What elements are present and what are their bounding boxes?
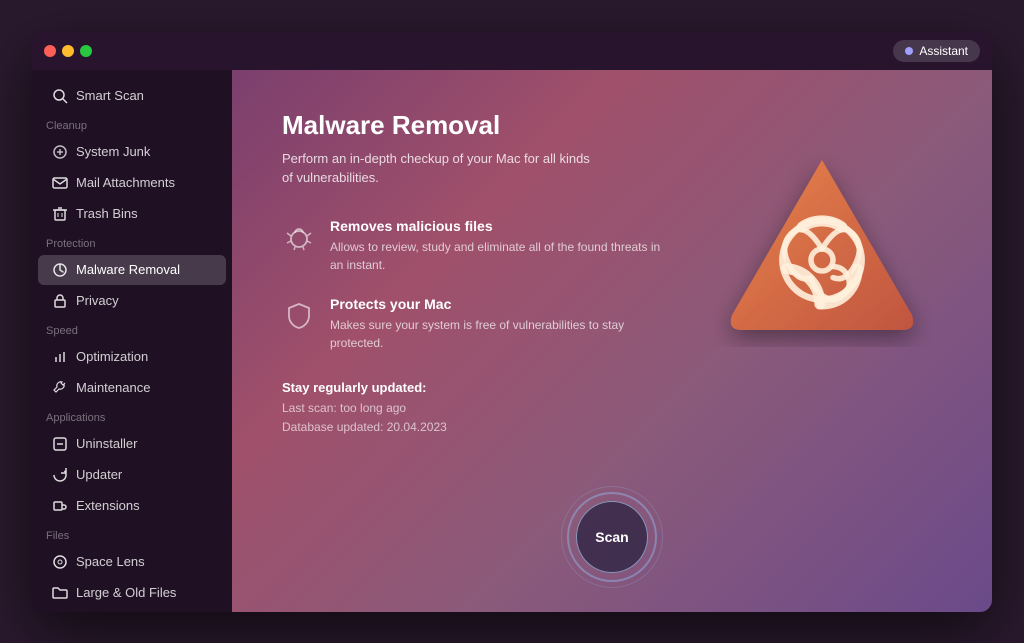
- sidebar-item-label: Uninstaller: [76, 436, 137, 451]
- uninstaller-icon: [52, 436, 68, 452]
- maximize-button[interactable]: [80, 45, 92, 57]
- minimize-button[interactable]: [62, 45, 74, 57]
- assistant-dot-icon: [905, 47, 913, 55]
- sidebar: Smart Scan Cleanup System Junk: [32, 70, 232, 612]
- sidebar-item-malware-removal[interactable]: Malware Removal: [38, 255, 226, 285]
- sidebar-item-label: Trash Bins: [76, 206, 138, 221]
- sidebar-item-label: Updater: [76, 467, 122, 482]
- section-label-applications: Applications: [32, 404, 232, 428]
- sidebar-item-label: Extensions: [76, 498, 140, 513]
- titlebar: Assistant: [32, 32, 992, 70]
- main-content: Malware Removal Perform an in-depth chec…: [232, 70, 992, 612]
- sidebar-item-label: Mail Attachments: [76, 175, 175, 190]
- assistant-label: Assistant: [919, 44, 968, 58]
- trash-icon: [52, 206, 68, 222]
- sidebar-item-extensions[interactable]: Extensions: [38, 491, 226, 521]
- section-label-protection: Protection: [32, 230, 232, 254]
- sidebar-item-label: Optimization: [76, 349, 148, 364]
- sidebar-item-label: Maintenance: [76, 380, 150, 395]
- feature-text: Removes malicious files Allows to review…: [330, 218, 662, 274]
- feature-desc: Allows to review, study and eliminate al…: [330, 238, 662, 274]
- maintenance-icon: [52, 380, 68, 396]
- updater-icon: [52, 467, 68, 483]
- sidebar-item-uninstaller[interactable]: Uninstaller: [38, 429, 226, 459]
- privacy-icon: [52, 293, 68, 309]
- sidebar-item-large-old-files[interactable]: Large & Old Files: [38, 578, 226, 608]
- biohazard-svg: [712, 140, 932, 360]
- extensions-icon: [52, 498, 68, 514]
- smart-scan-icon: [52, 88, 68, 104]
- assistant-button[interactable]: Assistant: [893, 40, 980, 62]
- sidebar-item-optimization[interactable]: Optimization: [38, 342, 226, 372]
- db-updated-text: Database updated: 20.04.2023: [282, 418, 952, 437]
- section-label-cleanup: Cleanup: [32, 112, 232, 136]
- section-label-files: Files: [32, 522, 232, 546]
- sidebar-item-label: Privacy: [76, 293, 119, 308]
- sidebar-item-label: Smart Scan: [76, 88, 144, 103]
- sidebar-item-label: Large & Old Files: [76, 585, 176, 600]
- close-button[interactable]: [44, 45, 56, 57]
- sidebar-item-label: System Junk: [76, 144, 150, 159]
- sidebar-item-space-lens[interactable]: Space Lens: [38, 547, 226, 577]
- sidebar-item-trash-bins[interactable]: Trash Bins: [38, 199, 226, 229]
- content-area: Smart Scan Cleanup System Junk: [32, 70, 992, 612]
- shield-icon: [282, 298, 316, 332]
- scan-button[interactable]: Scan: [576, 501, 648, 573]
- section-label-speed: Speed: [32, 317, 232, 341]
- traffic-lights: [44, 45, 92, 57]
- folder-icon: [52, 585, 68, 601]
- space-lens-icon: [52, 554, 68, 570]
- scan-glow-ring: Scan: [567, 492, 657, 582]
- scan-button-container: Scan: [567, 492, 657, 582]
- feature-item-malicious: Removes malicious files Allows to review…: [282, 218, 662, 274]
- sidebar-item-privacy[interactable]: Privacy: [38, 286, 226, 316]
- bug-icon: [282, 220, 316, 254]
- feature-desc: Makes sure your system is free of vulner…: [330, 316, 662, 352]
- sidebar-item-shredder[interactable]: Shredder: [38, 609, 226, 612]
- sidebar-item-system-junk[interactable]: System Junk: [38, 137, 226, 167]
- sidebar-item-mail-attachments[interactable]: Mail Attachments: [38, 168, 226, 198]
- sidebar-item-label: Space Lens: [76, 554, 145, 569]
- sidebar-item-smart-scan[interactable]: Smart Scan: [38, 81, 226, 111]
- biohazard-graphic: [702, 110, 942, 390]
- sidebar-item-label: Malware Removal: [76, 262, 180, 277]
- feature-title: Protects your Mac: [330, 296, 662, 312]
- app-window: Assistant Smart Scan Cleanup: [32, 32, 992, 612]
- sidebar-item-maintenance[interactable]: Maintenance: [38, 373, 226, 403]
- feature-list: Removes malicious files Allows to review…: [282, 218, 662, 352]
- feature-text: Protects your Mac Makes sure your system…: [330, 296, 662, 352]
- feature-title: Removes malicious files: [330, 218, 662, 234]
- last-scan-text: Last scan: too long ago: [282, 399, 952, 418]
- page-subtitle: Perform an in-depth checkup of your Mac …: [282, 149, 602, 188]
- system-junk-icon: [52, 144, 68, 160]
- sidebar-item-updater[interactable]: Updater: [38, 460, 226, 490]
- optimization-icon: [52, 349, 68, 365]
- mail-icon: [52, 175, 68, 191]
- feature-item-protect: Protects your Mac Makes sure your system…: [282, 296, 662, 352]
- malware-icon: [52, 262, 68, 278]
